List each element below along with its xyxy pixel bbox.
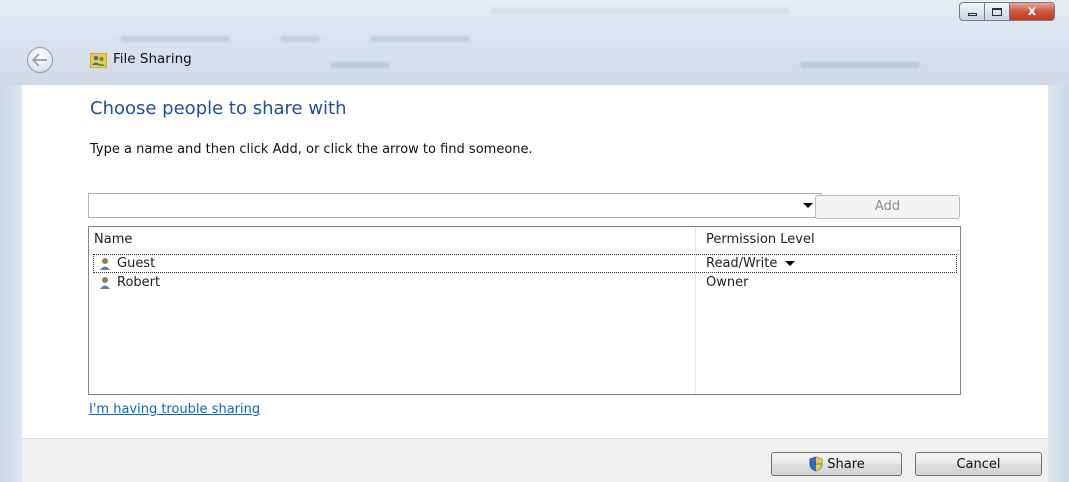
permission-dropdown[interactable]: Read/Write [706, 256, 796, 271]
name-combobox[interactable] [88, 193, 822, 218]
people-list[interactable]: Name Permission Level Guest Read/Write R… [88, 226, 961, 395]
cancel-button[interactable]: Cancel [915, 452, 1042, 476]
list-item[interactable]: Guest Read/Write [93, 254, 957, 273]
blurred-background [330, 62, 390, 68]
permission-value: Read/Write [706, 256, 778, 271]
maximize-icon [992, 7, 1002, 16]
share-button[interactable]: Share [771, 452, 902, 476]
people-sharing-icon [90, 53, 107, 68]
user-icon [100, 277, 110, 289]
name-input[interactable] [89, 194, 789, 216]
blurred-background [490, 8, 790, 14]
page-title: Choose people to share with [90, 98, 347, 119]
column-header-name[interactable]: Name [94, 232, 132, 247]
window-right-border [1048, 85, 1069, 482]
column-header-permission[interactable]: Permission Level [706, 232, 815, 247]
trouble-sharing-link[interactable]: I'm having trouble sharing [89, 402, 260, 417]
window-left-border [0, 85, 22, 482]
dialog-content: Choose people to share with Type a name … [22, 85, 1048, 438]
instructions-text: Type a name and then click Add, or click… [90, 142, 533, 157]
blurred-background [280, 36, 320, 42]
caption-buttons: x [959, 2, 1055, 21]
close-button[interactable]: x [1009, 2, 1055, 21]
window-glass-frame [0, 0, 1069, 85]
dropdown-arrow-icon[interactable] [785, 261, 796, 266]
permission-value: Owner [706, 275, 749, 290]
maximize-button[interactable] [984, 2, 1010, 21]
user-icon [100, 258, 110, 270]
add-button[interactable]: Add [815, 195, 960, 219]
dialog-footer: Share Cancel [22, 438, 1048, 482]
blurred-background [370, 36, 470, 42]
user-name: Guest [117, 256, 156, 271]
list-header: Name Permission Level [89, 227, 960, 251]
minimize-button[interactable] [959, 2, 985, 21]
close-icon: x [1027, 4, 1037, 19]
back-arrow-icon [32, 53, 47, 67]
list-item[interactable]: Robert Owner [93, 273, 957, 292]
blurred-background [800, 62, 920, 68]
dropdown-arrow-icon[interactable] [803, 203, 813, 208]
uac-shield-icon [809, 456, 823, 472]
window-title: File Sharing [113, 51, 192, 67]
user-name: Robert [117, 275, 161, 290]
column-divider [695, 227, 696, 394]
back-button[interactable] [27, 47, 53, 73]
minimize-icon [967, 13, 977, 16]
blurred-background [120, 36, 230, 42]
share-label: Share [827, 456, 865, 472]
